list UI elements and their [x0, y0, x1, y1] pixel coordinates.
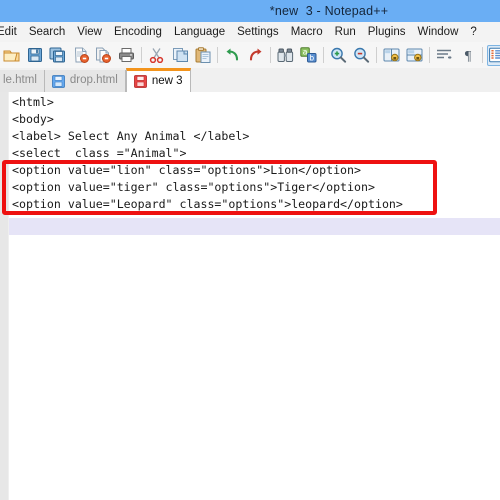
code-line: <html> — [12, 95, 54, 109]
toolbar-separator — [376, 47, 377, 63]
menu-bar: EditSearchViewEncodingLanguageSettingsMa… — [0, 22, 500, 43]
toolbar: a b ¶ — [0, 42, 500, 69]
paste-icon[interactable] — [192, 45, 213, 66]
toolbar-separator — [270, 47, 271, 63]
undo-icon[interactable] — [222, 45, 243, 66]
zoom-in-icon[interactable] — [328, 45, 349, 66]
menu-macro[interactable]: Macro — [285, 23, 329, 42]
sync-vertical-scroll-icon[interactable] — [381, 45, 402, 66]
tab-label: new 3 — [151, 74, 183, 87]
svg-text:¶: ¶ — [464, 49, 471, 63]
svg-text:a: a — [303, 48, 308, 57]
selected-line-highlight — [9, 218, 500, 235]
editor-left-margin — [0, 92, 9, 500]
sync-horizontal-scroll-icon[interactable] — [404, 45, 425, 66]
cut-icon[interactable] — [146, 45, 167, 66]
code-line: <option value="Leopard" class="options">… — [12, 197, 403, 211]
open-file-icon[interactable] — [1, 45, 22, 66]
tab-file-html[interactable]: le.html — [0, 70, 45, 92]
redo-icon[interactable] — [245, 45, 266, 66]
menu-language[interactable]: Language — [168, 23, 231, 42]
menu-view[interactable]: View — [71, 23, 108, 42]
word-wrap-icon[interactable] — [434, 45, 455, 66]
code-text[interactable]: <html> <body> <label> Select Any Animal </… — [12, 94, 403, 213]
toolbar-separator — [323, 47, 324, 63]
save-all-icon[interactable] — [47, 45, 68, 66]
menu-window[interactable]: Window — [411, 23, 464, 42]
close-all-files-icon[interactable] — [93, 45, 114, 66]
tab-label: le.html — [3, 74, 37, 87]
menu-plugins[interactable]: Plugins — [362, 23, 412, 42]
toolbar-separator — [429, 47, 430, 63]
red-floppy-icon — [133, 75, 147, 88]
replace-icon[interactable]: ab — [298, 45, 319, 66]
notepadpp-window: *new 3 - Notepad++ EditSearchViewEncodin… — [0, 0, 500, 500]
code-line: <option value="lion" class="options">Lio… — [12, 163, 362, 177]
tab-bar: le.html drop.html new 3 — [0, 68, 500, 93]
menu-settings[interactable]: Settings — [231, 23, 285, 42]
code-line: <select class ="Animal"> — [12, 146, 187, 160]
code-line: <option value="tiger" class="options">Ti… — [12, 180, 375, 194]
blue-floppy-icon — [51, 74, 65, 88]
menu-run[interactable]: Run — [329, 23, 362, 42]
close-file-icon[interactable] — [70, 45, 91, 66]
toolbar-separator — [217, 47, 218, 63]
indent-guide-icon[interactable] — [487, 44, 500, 66]
svg-text:b: b — [309, 53, 314, 62]
menu-edit[interactable]: Edit — [0, 23, 23, 42]
toolbar-separator — [482, 47, 483, 63]
tab-new-3[interactable]: new 3 — [125, 68, 191, 92]
menu-help[interactable]: ? — [464, 23, 482, 42]
toolbar-separator — [141, 47, 142, 63]
window-title: *new 3 - Notepad++ — [269, 4, 389, 18]
copy-icon[interactable] — [169, 45, 190, 66]
tab-label: drop.html — [69, 74, 118, 87]
menu-search[interactable]: Search — [23, 23, 71, 42]
save-icon[interactable] — [24, 45, 45, 66]
editor-area[interactable]: <html> <body> <label> Select Any Animal </… — [0, 92, 500, 500]
find-icon[interactable] — [275, 45, 296, 66]
code-line: <label> Select Any Animal </label> — [12, 129, 250, 143]
zoom-out-icon[interactable] — [351, 45, 372, 66]
show-all-characters-icon[interactable]: ¶ — [457, 45, 478, 66]
print-icon[interactable] — [116, 45, 137, 66]
tab-drop-html[interactable]: drop.html — [44, 70, 126, 92]
menu-encoding[interactable]: Encoding — [108, 23, 168, 42]
code-line: <body> — [12, 112, 54, 126]
title-bar: *new 3 - Notepad++ — [0, 0, 500, 22]
